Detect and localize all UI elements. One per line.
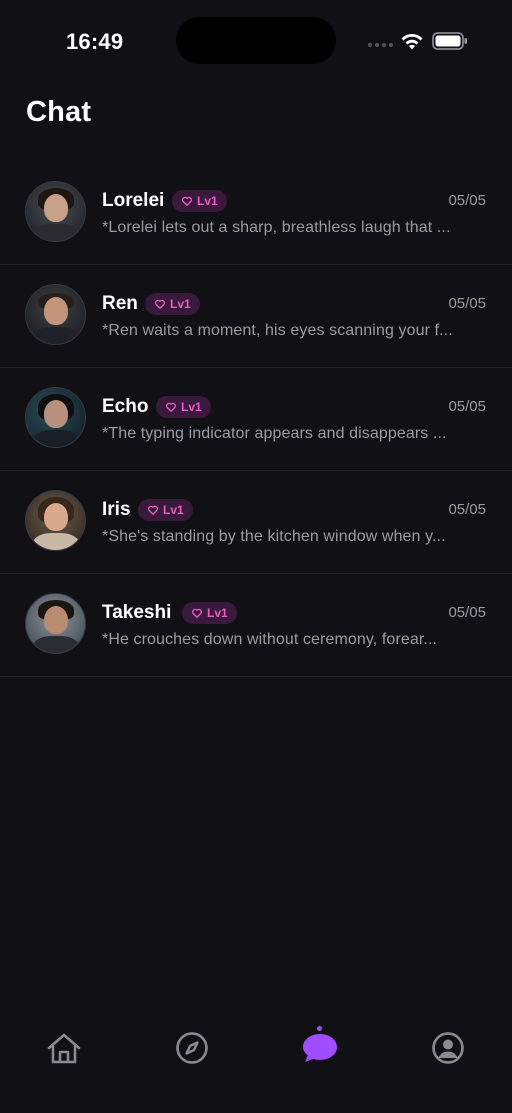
home-icon (47, 1033, 81, 1064)
chat-name: Iris (102, 499, 131, 520)
wifi-icon (401, 34, 423, 50)
chat-name: Takeshi (102, 602, 172, 623)
chat-row-ren[interactable]: Ren Lv1 05/05 *Ren waits a moment, his e… (0, 265, 512, 368)
chat-preview: *Ren waits a moment, his eyes scanning y… (102, 322, 453, 339)
level-label: Lv1 (207, 606, 228, 620)
chat-preview: *Lorelei lets out a sharp, breathless la… (102, 219, 451, 236)
status-time: 16:49 (66, 29, 124, 54)
heart-icon (192, 608, 202, 618)
tab-explore[interactable] (172, 1028, 212, 1068)
level-label: Lv1 (181, 400, 202, 414)
heart-icon (155, 299, 165, 309)
chat-preview: *The typing indicator appears and disapp… (102, 425, 447, 442)
chat-row-lorelei[interactable]: Lorelei Lv1 05/05 *Lorelei lets out a sh… (0, 162, 512, 265)
avatar-takeshi (25, 593, 86, 654)
battery-icon (432, 32, 467, 50)
page-title: Chat (26, 96, 92, 128)
level-label: Lv1 (197, 194, 218, 208)
chat-screen: 16:49 Chat Lorelei Lv1 05/05 *Lorelei le… (0, 0, 512, 1113)
chat-date: 05/05 (448, 398, 486, 415)
avatar-echo (25, 387, 86, 448)
status-bar: 16:49 (0, 0, 512, 80)
chat-date: 05/05 (448, 604, 486, 621)
level-label: Lv1 (170, 297, 191, 311)
cellular-signal-icon (368, 43, 393, 47)
level-badge: Lv1 (156, 396, 211, 418)
chat-date: 05/05 (448, 501, 486, 518)
tab-profile[interactable] (428, 1028, 468, 1068)
tab-home[interactable] (44, 1028, 84, 1068)
profile-icon (432, 1032, 464, 1064)
heart-icon (166, 402, 176, 412)
chat-row-takeshi[interactable]: Takeshi Lv1 05/05 *He crouches down with… (0, 574, 512, 677)
chat-name: Lorelei (102, 190, 165, 211)
heart-icon (148, 505, 158, 515)
chat-preview: *She's standing by the kitchen window wh… (102, 528, 446, 545)
chat-row-iris[interactable]: Iris Lv1 05/05 *She's standing by the ki… (0, 471, 512, 574)
avatar-iris (25, 490, 86, 551)
avatar-ren (25, 284, 86, 345)
chat-preview: *He crouches down without ceremony, fore… (102, 631, 438, 648)
level-badge: Lv1 (138, 499, 193, 521)
tab-chat[interactable] (300, 1028, 340, 1068)
level-badge: Lv1 (145, 293, 200, 315)
chat-list: Lorelei Lv1 05/05 *Lorelei lets out a sh… (0, 162, 512, 677)
heart-icon (182, 196, 192, 206)
chat-date: 05/05 (448, 295, 486, 312)
tab-bar (0, 1010, 512, 1080)
level-badge: Lv1 (182, 602, 237, 624)
chat-bubble-icon (303, 1034, 337, 1062)
chat-name: Ren (102, 293, 138, 314)
chat-date: 05/05 (448, 192, 486, 209)
dynamic-island (176, 17, 336, 64)
compass-icon (176, 1032, 208, 1064)
chat-name: Echo (102, 396, 149, 417)
avatar-lorelei (25, 181, 86, 242)
chat-row-echo[interactable]: Echo Lv1 05/05 *The typing indicator app… (0, 368, 512, 471)
level-badge: Lv1 (172, 190, 227, 212)
level-label: Lv1 (163, 503, 184, 517)
